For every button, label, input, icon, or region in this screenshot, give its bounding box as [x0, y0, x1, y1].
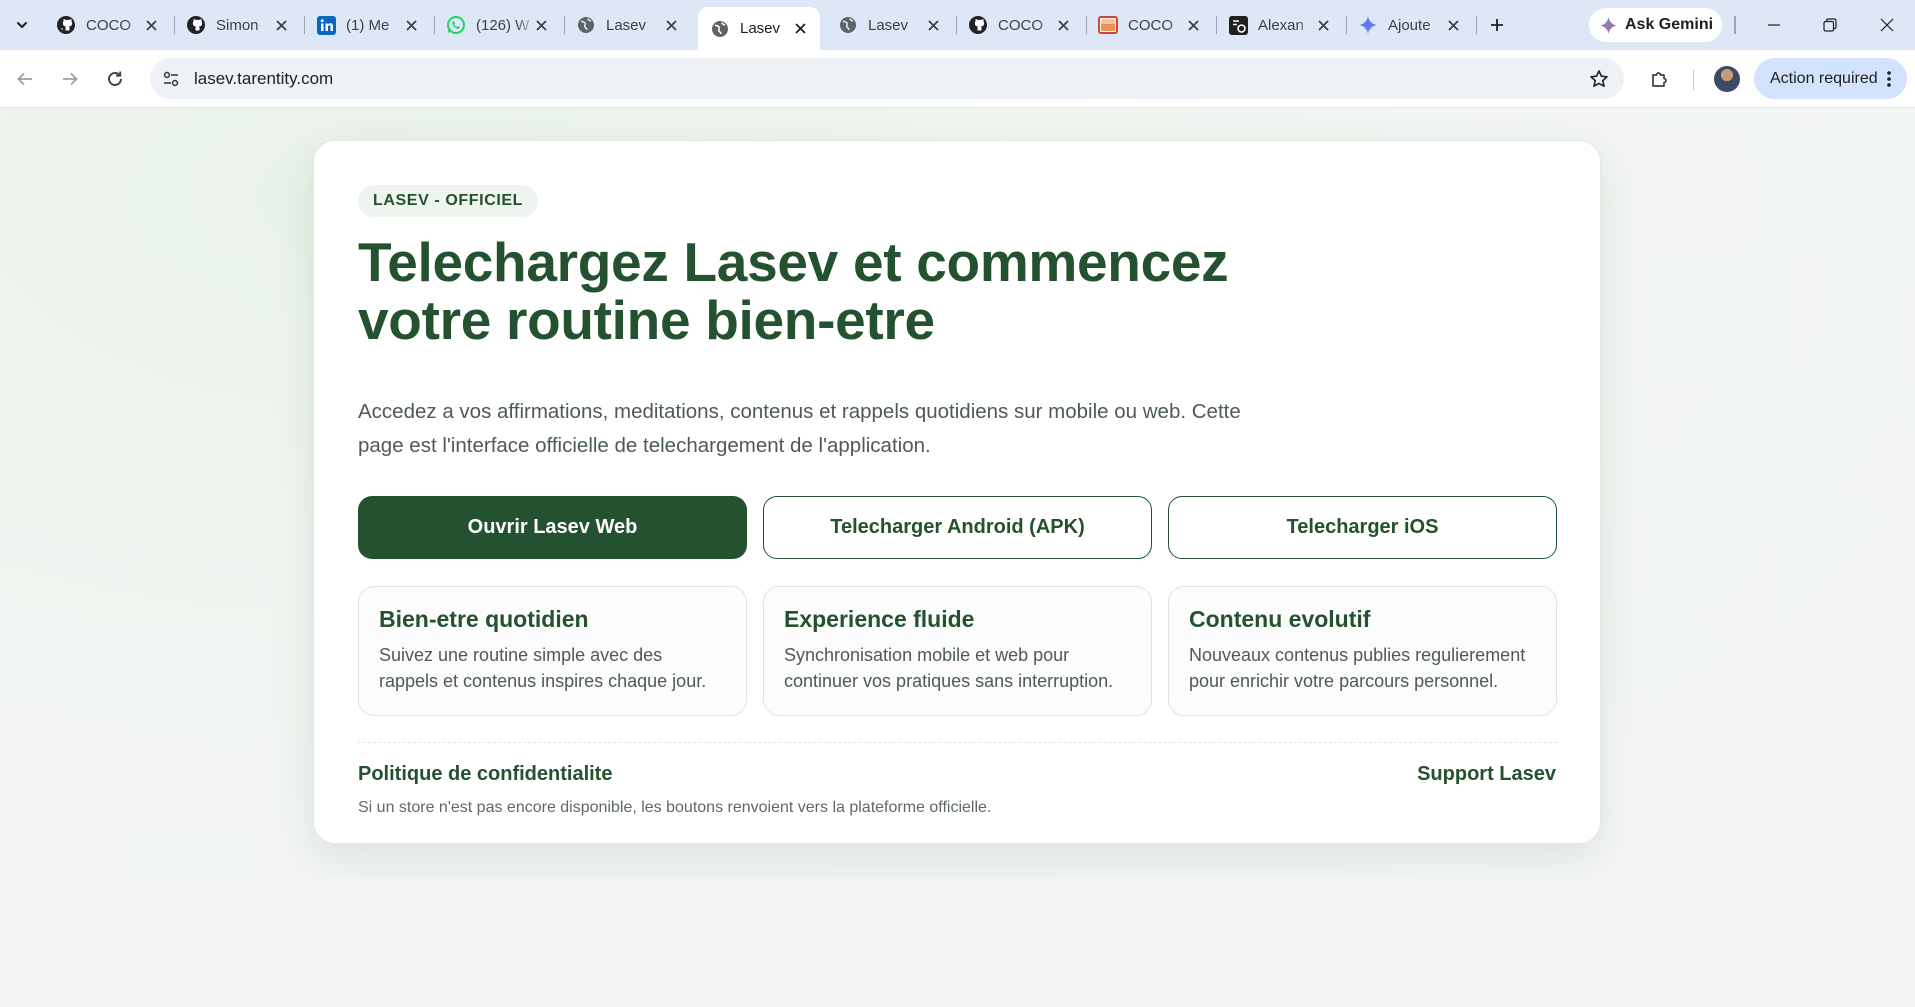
- arrow-right-icon: [63, 72, 78, 86]
- feature-card: Bien-etre quotidien Suivez une routine s…: [358, 586, 747, 716]
- browser-toolbar: lasev.tarentity.com Action required: [0, 50, 1915, 108]
- site-settings-icon[interactable]: [160, 68, 182, 90]
- plus-icon: [1491, 19, 1503, 31]
- gemini-icon: [1600, 16, 1617, 34]
- feature-text: Suivez une routine simple avec des rappe…: [379, 645, 707, 691]
- chevron-down-icon: [17, 22, 27, 28]
- close-icon[interactable]: [790, 18, 810, 38]
- close-window-button[interactable]: [1873, 11, 1901, 39]
- browser-tab[interactable]: Ajoute: [1346, 7, 1473, 43]
- ask-gemini-button[interactable]: Ask Gemini: [1589, 8, 1722, 42]
- globe-icon: [576, 15, 596, 35]
- url-text[interactable]: lasev.tarentity.com: [194, 69, 333, 89]
- privacy-policy-link[interactable]: Politique de confidentialite: [358, 763, 612, 786]
- globe-icon: [838, 15, 858, 35]
- browser-tab[interactable]: Lasev: [826, 7, 953, 43]
- browser-tab[interactable]: (1) Me: [304, 7, 431, 43]
- forward-button[interactable]: [55, 64, 85, 94]
- bookmark-star-icon[interactable]: [1588, 68, 1610, 90]
- more-options-icon[interactable]: [1879, 68, 1899, 90]
- feature-text: Synchronisation mobile et web pour conti…: [784, 645, 1114, 691]
- tab-divider: [1476, 16, 1477, 34]
- whatsapp-icon: [446, 15, 466, 35]
- browser-tab[interactable]: (126) W: [434, 7, 561, 43]
- download-ios-button[interactable]: Telecharger iOS: [1168, 496, 1557, 559]
- close-icon[interactable]: [401, 15, 421, 35]
- page-subtitle: Accedez a vos affirmations, meditations,…: [358, 400, 1241, 457]
- close-icon[interactable]: [1183, 15, 1203, 35]
- browser-tab[interactable]: Simon: [174, 7, 301, 43]
- feature-title: Experience fluide: [784, 606, 975, 632]
- feature-title: Bien-etre quotidien: [379, 606, 589, 632]
- feature-card: Experience fluide Synchronisation mobile…: [763, 586, 1152, 716]
- address-bar[interactable]: lasev.tarentity.com: [150, 58, 1624, 99]
- back-button[interactable]: [10, 64, 40, 94]
- tab-title: Ajoute: [1388, 16, 1431, 34]
- reload-button[interactable]: [100, 64, 130, 94]
- toolbar-divider: [1693, 70, 1694, 90]
- feature-title: Contenu evolutif: [1189, 606, 1371, 632]
- coco-icon: [1098, 15, 1118, 35]
- minimize-icon: [1768, 24, 1780, 26]
- restore-icon: [1823, 18, 1837, 32]
- tab-search-button[interactable]: [8, 11, 36, 39]
- github-icon: [56, 15, 76, 35]
- arrow-left-icon: [17, 72, 32, 86]
- footer-divider: [358, 742, 1557, 743]
- tab-title: Simon: [216, 16, 259, 34]
- close-icon[interactable]: [923, 15, 943, 35]
- footer-note: Si un store n'est pas encore disponible,…: [358, 799, 992, 816]
- close-icon[interactable]: [531, 15, 551, 35]
- globe-icon: [710, 19, 730, 39]
- close-icon[interactable]: [141, 15, 161, 35]
- close-icon[interactable]: [271, 15, 291, 35]
- feature-text: Nouveaux contenus publies regulierement …: [1189, 645, 1526, 691]
- support-link[interactable]: Support Lasev: [1417, 763, 1556, 786]
- open-web-button[interactable]: Ouvrir Lasev Web: [358, 496, 747, 559]
- gemini-icon: [1358, 15, 1378, 35]
- tab-title: Alexan: [1258, 16, 1304, 34]
- action-required-label: Action required: [1770, 69, 1878, 87]
- download-card: LASEV - OFFICIEL Telechargez Lasev et co…: [313, 140, 1601, 844]
- tab-title: Lasev: [868, 16, 909, 34]
- page-title: Telechargez Lasev et commencez votre rou…: [358, 231, 1229, 351]
- close-icon[interactable]: [1313, 15, 1333, 35]
- app-icon: [1228, 15, 1248, 35]
- browser-tab[interactable]: COCO: [1086, 7, 1213, 43]
- close-icon[interactable]: [661, 15, 681, 35]
- browser-tab[interactable]: Alexan: [1216, 7, 1343, 43]
- feature-card: Contenu evolutif Nouveaux contenus publi…: [1168, 586, 1557, 716]
- close-icon[interactable]: [1053, 15, 1073, 35]
- tab-title: COCO: [998, 16, 1043, 34]
- toolbar-divider: [1734, 16, 1736, 34]
- browser-tab[interactable]: Lasev: [564, 7, 691, 43]
- tab-strip: COCO Simon (1) Me (126) W Lasev Lasev La…: [0, 0, 1915, 50]
- action-required-button[interactable]: Action required: [1754, 58, 1907, 99]
- tab-title: COCO: [1128, 16, 1173, 34]
- ask-gemini-label: Ask Gemini: [1625, 16, 1714, 33]
- github-icon: [186, 15, 206, 35]
- page-viewport: LASEV - OFFICIEL Telechargez Lasev et co…: [0, 108, 1915, 1007]
- extensions-button[interactable]: [1645, 64, 1675, 94]
- browser-tab[interactable]: COCO: [44, 7, 171, 43]
- browser-tab-active[interactable]: Lasev: [698, 7, 820, 50]
- linkedin-icon: [316, 15, 336, 35]
- close-icon: [1880, 18, 1894, 32]
- new-tab-button[interactable]: [1483, 11, 1511, 39]
- reload-icon: [108, 71, 122, 86]
- close-icon[interactable]: [1443, 15, 1463, 35]
- github-icon: [968, 15, 988, 35]
- page-background-lower: [0, 876, 1915, 1007]
- restore-button[interactable]: [1816, 11, 1844, 39]
- tab-title: COCO: [86, 16, 131, 34]
- download-android-button[interactable]: Telecharger Android (APK): [763, 496, 1152, 559]
- tab-title: (1) Me: [346, 16, 390, 34]
- avatar[interactable]: [1714, 66, 1740, 92]
- puzzle-icon: [1652, 72, 1667, 87]
- minimize-button[interactable]: [1760, 11, 1788, 39]
- official-badge: LASEV - OFFICIEL: [358, 185, 539, 217]
- browser-tab[interactable]: COCO: [956, 7, 1083, 43]
- tab-title: (126) W: [476, 16, 530, 34]
- tab-title: Lasev: [606, 16, 647, 34]
